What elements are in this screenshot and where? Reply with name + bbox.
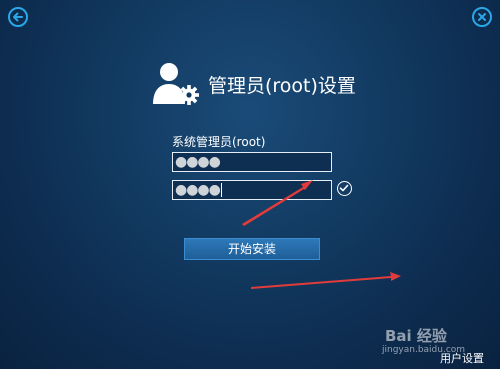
back-button[interactable] [8,7,28,27]
root-password-confirm-input[interactable]: ●●●● [172,180,332,200]
text-caret [220,183,222,197]
confirm-password-mask: ●●●● [175,182,221,198]
back-arrow-icon [13,12,23,22]
admin-user-gear-icon [152,60,202,106]
root-admin-label: 系统管理员(root) [172,135,266,149]
password-mask: ●●●● [175,154,221,170]
start-install-button[interactable]: 开始安装 [184,238,320,260]
watermark-logo: Bai 经验 [385,327,447,345]
root-password-input[interactable]: ●●●● [172,152,332,172]
caption-text: 用户设置 [440,352,484,365]
close-icon [478,13,486,21]
annotation-arrow [251,272,401,289]
page-title: 管理员(root)设置 [208,75,356,97]
check-circle-icon [337,181,352,196]
close-button[interactable] [472,7,492,27]
